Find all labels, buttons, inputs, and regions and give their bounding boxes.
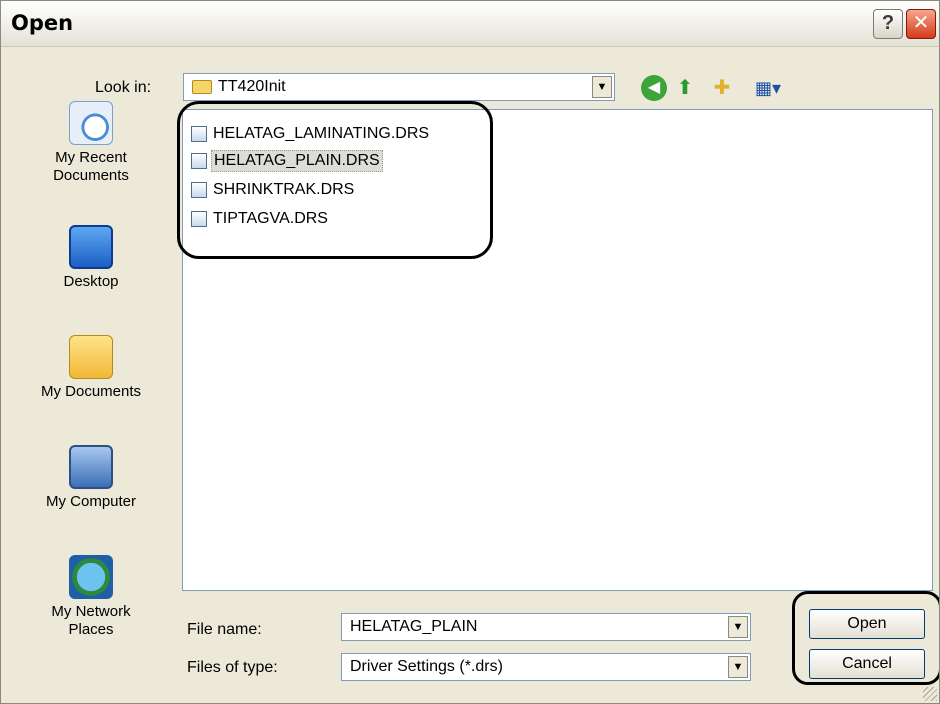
open-button[interactable]: Open xyxy=(809,609,925,639)
open-dialog: Open ? ✕ Look in: TT420Init ▼ ◀ ⬆ ✚ ▦▾ M… xyxy=(0,0,940,704)
my-documents-icon xyxy=(69,335,113,379)
place-my-documents[interactable]: My Documents xyxy=(9,335,173,401)
places-bar: My Recent Documents Desktop My Documents… xyxy=(9,99,173,657)
close-button[interactable]: ✕ xyxy=(906,9,936,39)
dialog-title: Open xyxy=(11,11,74,35)
place-label: My Recent xyxy=(55,149,127,166)
desktop-icon xyxy=(69,225,113,269)
back-icon[interactable]: ◀ xyxy=(641,75,667,101)
chevron-down-icon[interactable]: ▼ xyxy=(728,656,748,678)
new-folder-icon[interactable]: ✚ xyxy=(709,75,735,101)
file-name-combo[interactable]: HELATAG_PLAIN ▼ xyxy=(341,613,751,641)
help-button[interactable]: ? xyxy=(873,9,903,39)
file-item[interactable]: TIPTAGVA.DRS xyxy=(191,207,330,231)
place-recent-documents[interactable]: My Recent Documents xyxy=(9,101,173,185)
drs-file-icon xyxy=(191,182,207,198)
views-menu-icon[interactable]: ▦▾ xyxy=(751,75,785,101)
folder-icon xyxy=(192,80,212,94)
place-label-line2: Places xyxy=(68,621,114,638)
drs-file-icon xyxy=(191,153,207,169)
drs-file-icon xyxy=(191,126,207,142)
place-my-computer[interactable]: My Computer xyxy=(9,445,173,511)
drs-file-icon xyxy=(191,211,207,227)
resize-grip[interactable] xyxy=(923,687,937,701)
file-type-label: Files of type: xyxy=(187,659,278,676)
file-name: SHRINKTRAK.DRS xyxy=(213,181,355,198)
file-name-label: File name: xyxy=(187,621,262,638)
file-item-selected[interactable]: HELATAG_PLAIN.DRS xyxy=(191,149,383,173)
file-list[interactable]: HELATAG_LAMINATING.DRS HELATAG_PLAIN.DRS… xyxy=(182,109,933,591)
title-bar[interactable]: Open ? ✕ xyxy=(1,1,939,47)
look-in-value: TT420Init xyxy=(218,78,286,95)
chevron-down-icon[interactable]: ▼ xyxy=(728,616,748,638)
file-name: HELATAG_LAMINATING.DRS xyxy=(213,125,430,142)
look-in-combo[interactable]: TT420Init ▼ xyxy=(183,73,615,101)
file-type-value: Driver Settings (*.drs) xyxy=(350,658,503,675)
cancel-button[interactable]: Cancel xyxy=(809,649,925,679)
place-label-line2: Documents xyxy=(53,167,129,184)
file-name: TIPTAGVA.DRS xyxy=(213,210,328,227)
file-item[interactable]: SHRINKTRAK.DRS xyxy=(191,178,356,202)
file-type-combo[interactable]: Driver Settings (*.drs) ▼ xyxy=(341,653,751,681)
place-label: Desktop xyxy=(63,273,119,290)
up-folder-icon[interactable]: ⬆ xyxy=(672,75,698,101)
recent-documents-icon xyxy=(69,101,113,145)
place-label: My Network xyxy=(51,603,131,620)
file-item[interactable]: HELATAG_LAMINATING.DRS xyxy=(191,122,431,146)
look-in-label: Look in: xyxy=(95,79,152,96)
place-network-places[interactable]: My Network Places xyxy=(9,555,173,639)
network-places-icon xyxy=(69,555,113,599)
my-computer-icon xyxy=(69,445,113,489)
place-desktop[interactable]: Desktop xyxy=(9,225,173,291)
chevron-down-icon[interactable]: ▼ xyxy=(592,76,612,98)
file-name-value: HELATAG_PLAIN xyxy=(350,618,478,635)
place-label: My Documents xyxy=(40,383,142,400)
file-name: HELATAG_PLAIN.DRS xyxy=(211,150,383,172)
place-label: My Computer xyxy=(45,493,137,510)
